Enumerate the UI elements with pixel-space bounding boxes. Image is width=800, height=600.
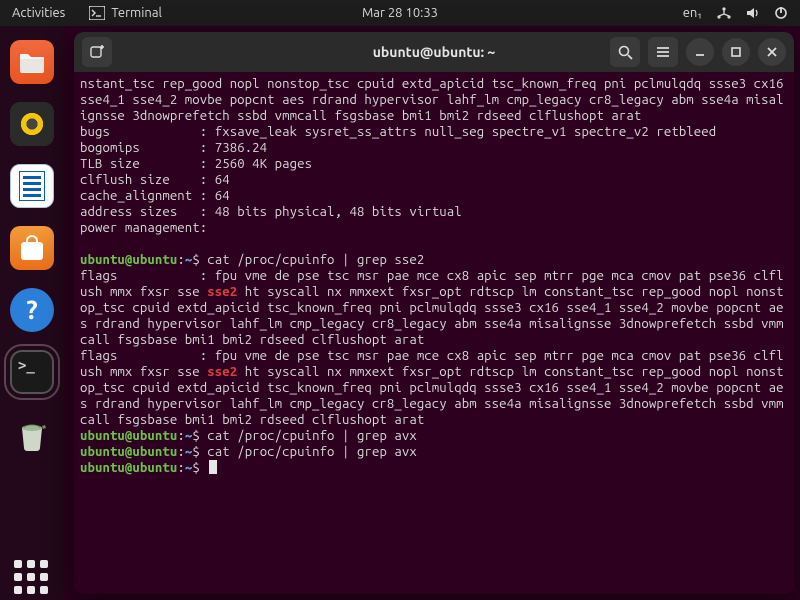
app-menu-label: Terminal bbox=[111, 6, 162, 20]
terminal-icon bbox=[89, 6, 105, 20]
prompt-line: ubuntu@ubuntu:~$ cat /proc/cpuinfo | gre… bbox=[80, 428, 788, 444]
app-menu[interactable]: Terminal bbox=[89, 6, 162, 20]
command-text: cat /proc/cpuinfo | grep avx bbox=[207, 429, 417, 443]
document-icon bbox=[19, 171, 45, 201]
apps-grid-icon bbox=[14, 560, 50, 596]
output-line: TLB size : 2560 4K pages bbox=[80, 156, 788, 172]
prompt-line: ubuntu@ubuntu:~$ cat /proc/cpuinfo | gre… bbox=[80, 252, 788, 268]
output-line: power management: bbox=[80, 220, 788, 236]
output-line: flags : fpu vme de pse tsc msr pae mce c… bbox=[80, 268, 788, 348]
files-app[interactable] bbox=[10, 40, 54, 84]
output-line bbox=[80, 236, 788, 252]
window-title: ubuntu@ubuntu: ~ bbox=[373, 44, 496, 60]
maximize-button[interactable] bbox=[722, 38, 750, 66]
grep-match: sse2 bbox=[207, 285, 237, 299]
terminal-output[interactable]: nstant_tsc rep_good nopl nonstop_tsc cpu… bbox=[74, 72, 794, 594]
folder-icon bbox=[18, 50, 46, 74]
search-button[interactable] bbox=[610, 37, 640, 67]
power-icon[interactable] bbox=[774, 6, 788, 20]
clock[interactable]: Mar 28 10:33 bbox=[362, 6, 438, 20]
new-tab-icon bbox=[89, 44, 105, 60]
terminal-window: ubuntu@ubuntu: ~ nstant_tsc rep_good nop… bbox=[74, 32, 794, 594]
prompt-line: ubuntu@ubuntu:~$ cat /proc/cpuinfo | gre… bbox=[80, 444, 788, 460]
prompt-icon: >_ bbox=[18, 358, 35, 374]
network-icon[interactable] bbox=[716, 6, 732, 20]
minimize-icon bbox=[693, 45, 707, 59]
output-line: bogomips : 7386.24 bbox=[80, 140, 788, 156]
input-source-indicator[interactable]: en₁ bbox=[683, 6, 702, 20]
cursor bbox=[209, 460, 217, 474]
maximize-icon bbox=[729, 45, 743, 59]
help-app[interactable]: ? bbox=[10, 288, 54, 332]
hamburger-icon bbox=[655, 44, 671, 60]
hamburger-menu-button[interactable] bbox=[648, 37, 678, 67]
rhythmbox-app[interactable] bbox=[10, 102, 54, 146]
output-line: flags : fpu vme de pse tsc msr pae mce c… bbox=[80, 348, 788, 428]
gnome-top-bar: Activities Terminal Mar 28 10:33 en₁ bbox=[0, 0, 800, 26]
prompt-line: ubuntu@ubuntu:~$ bbox=[80, 460, 788, 476]
speaker-icon bbox=[19, 111, 45, 137]
close-button[interactable] bbox=[758, 38, 786, 66]
output-line: bugs : fxsave_leak sysret_ss_attrs null_… bbox=[80, 124, 788, 140]
show-applications-button[interactable] bbox=[10, 556, 54, 600]
output-line: nstant_tsc rep_good nopl nonstop_tsc cpu… bbox=[80, 76, 788, 124]
output-line: clflush size : 64 bbox=[80, 172, 788, 188]
libreoffice-writer-app[interactable] bbox=[10, 164, 54, 208]
output-line: address sizes : 48 bits physical, 48 bit… bbox=[80, 204, 788, 220]
search-icon bbox=[617, 44, 633, 60]
volume-icon[interactable] bbox=[746, 6, 760, 20]
minimize-button[interactable] bbox=[686, 38, 714, 66]
shopping-bag-icon bbox=[21, 242, 43, 260]
new-tab-button[interactable] bbox=[82, 37, 112, 67]
command-text: cat /proc/cpuinfo | grep avx bbox=[207, 445, 417, 459]
trash[interactable] bbox=[10, 412, 54, 456]
command-text: cat /proc/cpuinfo | grep sse2 bbox=[207, 253, 424, 267]
terminal-app[interactable]: >_ bbox=[10, 350, 54, 394]
close-icon bbox=[765, 45, 779, 59]
titlebar: ubuntu@ubuntu: ~ bbox=[74, 32, 794, 72]
output-line: cache_alignment : 64 bbox=[80, 188, 788, 204]
ubuntu-dock: ? >_ bbox=[0, 26, 64, 600]
ubuntu-software-app[interactable] bbox=[10, 226, 54, 270]
grep-match: sse2 bbox=[207, 365, 237, 379]
trash-icon bbox=[12, 414, 52, 454]
activities-button[interactable]: Activities bbox=[12, 6, 65, 20]
